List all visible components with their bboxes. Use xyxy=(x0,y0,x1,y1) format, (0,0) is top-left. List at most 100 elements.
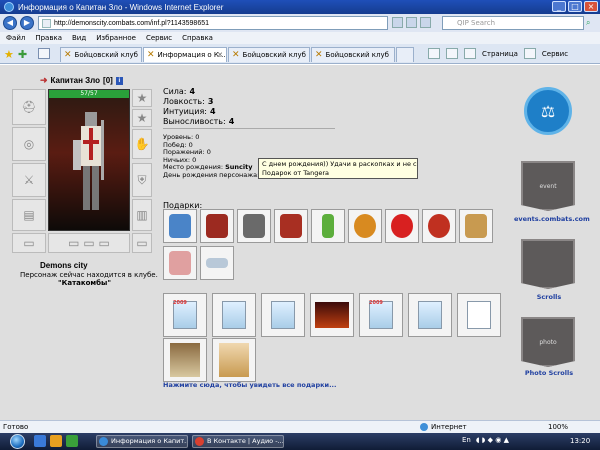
menu-view[interactable]: Вид xyxy=(72,34,86,42)
info-icon[interactable]: i xyxy=(115,76,123,85)
tray-icons[interactable]: ◖ ◗ ◆ ◉ ▲ xyxy=(476,436,509,444)
combats-tab-icon: ✕ xyxy=(64,50,72,60)
menu-tools[interactable]: Сервис xyxy=(146,34,172,42)
character-header: ➜ Капитан Зло [0] i xyxy=(40,75,123,86)
tab-club-3[interactable]: ✕ Бойцовский клуб xyxy=(311,47,395,62)
pocket-slots[interactable]: ▭ ▭ ▭ xyxy=(48,233,130,253)
task-ie-info[interactable]: Информация о Капит... xyxy=(96,435,188,448)
card-item[interactable] xyxy=(163,338,207,382)
helmet-slot[interactable]: ⛑ xyxy=(12,89,46,125)
ie-quicklaunch-icon[interactable] xyxy=(34,435,46,447)
search-go-icon[interactable]: ⌕ xyxy=(586,18,596,28)
weapon-slot[interactable]: ⚔ xyxy=(12,163,46,197)
tab-close-icon[interactable]: ✕ xyxy=(217,51,223,59)
gift-item[interactable] xyxy=(385,209,419,243)
detail-birthday: День рождения персонажа: 0 xyxy=(163,171,266,180)
feeds-icon[interactable] xyxy=(446,48,458,59)
language-indicator[interactable]: En xyxy=(462,436,471,444)
zone-text: Интернет xyxy=(431,423,467,431)
card-item[interactable] xyxy=(457,293,501,337)
gift-item[interactable] xyxy=(163,209,197,243)
search-input[interactable]: QIP Search xyxy=(442,16,584,30)
gift-item[interactable] xyxy=(200,246,234,280)
zoom-level[interactable]: 100% xyxy=(548,423,568,431)
dropdown-icon[interactable] xyxy=(392,17,403,28)
page-menu[interactable]: Страница xyxy=(482,50,518,58)
stat-strength: Сила: 4 xyxy=(163,87,234,97)
menu-bar: Файл Правка Вид Избранное Сервис Справка xyxy=(0,32,600,44)
clock[interactable]: 13:20 xyxy=(570,437,590,445)
maximize-button[interactable]: □ xyxy=(568,1,582,12)
forward-button[interactable]: ▶ xyxy=(20,16,34,30)
armor-slot[interactable]: ▤ xyxy=(12,199,46,231)
menu-help[interactable]: Справка xyxy=(182,34,213,42)
card-item[interactable]: 2009 xyxy=(359,293,403,337)
menu-favorites[interactable]: Избранное xyxy=(96,34,136,42)
events-link[interactable]: events.combats.com xyxy=(514,215,590,223)
service-menu[interactable]: Сервис xyxy=(542,50,568,58)
gift-item[interactable] xyxy=(422,209,456,243)
tab-club-1[interactable]: ✕ Бойцовский клуб xyxy=(60,47,142,62)
quick-tabs-icon[interactable] xyxy=(38,48,50,59)
ring-slot-2[interactable]: ★ xyxy=(132,109,152,127)
card-item[interactable] xyxy=(261,293,305,337)
scrolls-link[interactable]: Scrolls xyxy=(514,293,584,301)
gift-item[interactable] xyxy=(237,209,271,243)
menu-file[interactable]: Файл xyxy=(6,34,25,42)
gift-pig-icon xyxy=(169,251,191,275)
gift-banner-icon xyxy=(243,214,265,238)
new-tab-button[interactable] xyxy=(396,47,414,62)
favorites-star-icon[interactable]: ★ xyxy=(4,48,14,61)
stop-icon[interactable] xyxy=(420,17,431,28)
explorer-quicklaunch-icon[interactable] xyxy=(50,435,62,447)
ring-slot-1[interactable]: ★ xyxy=(132,89,152,107)
events-banner[interactable]: event xyxy=(521,161,575,211)
extra-slot[interactable]: ▭ xyxy=(132,233,152,253)
quicklaunch-icon[interactable] xyxy=(66,435,78,447)
gift-item[interactable] xyxy=(274,209,308,243)
card-item[interactable]: 2009 xyxy=(163,293,207,337)
tab-club-2[interactable]: ✕ Бойцовский клуб xyxy=(228,47,310,62)
private-arrow-icon[interactable]: ➜ xyxy=(40,75,48,86)
scrolls-banner[interactable] xyxy=(521,239,575,289)
address-field[interactable]: http://demonscity.combats.com/inf.pl?114… xyxy=(38,16,388,30)
print-icon[interactable] xyxy=(464,48,476,59)
card-image xyxy=(315,302,349,328)
task-vkontakte[interactable]: В Контакте | Аудио -... xyxy=(192,435,284,448)
menu-edit[interactable]: Правка xyxy=(35,34,62,42)
page-icon xyxy=(42,18,51,28)
photo-scrolls-link[interactable]: Photo Scrolls xyxy=(514,369,584,377)
gift-item[interactable] xyxy=(311,209,345,243)
add-favorite-icon[interactable]: ✚ xyxy=(18,48,27,61)
belt-slot[interactable]: ▭ xyxy=(12,233,46,253)
gift-item[interactable] xyxy=(200,209,234,243)
knight-figure-icon xyxy=(73,112,104,210)
tab-info[interactable]: ✕ Информация о К... ✕ xyxy=(143,47,227,62)
status-text: Готово xyxy=(3,423,29,431)
card-item[interactable] xyxy=(212,293,256,337)
card-item[interactable] xyxy=(212,338,256,382)
tools-gear-icon[interactable] xyxy=(523,48,536,59)
gloves-slot[interactable]: ✋ xyxy=(132,129,152,159)
start-button[interactable] xyxy=(10,434,25,449)
amulet-slot[interactable]: ◎ xyxy=(12,127,46,161)
all-gifts-link[interactable]: Нажмите сюда, чтобы увидеть все подарки.… xyxy=(163,381,336,389)
minimize-button[interactable]: _ xyxy=(552,1,566,12)
stats-divider xyxy=(163,128,335,129)
scales-icon[interactable]: ⚖ xyxy=(524,87,572,135)
shield-slot[interactable]: ⛨ xyxy=(132,163,152,197)
gift-item[interactable] xyxy=(459,209,493,243)
refresh-icon[interactable] xyxy=(406,17,417,28)
boots-slot[interactable]: ▥ xyxy=(132,199,152,231)
back-button[interactable]: ◀ xyxy=(3,16,17,30)
gift-medal-icon xyxy=(354,214,376,238)
close-button[interactable]: × xyxy=(584,1,598,12)
photo-scrolls-banner[interactable]: photo xyxy=(521,317,575,367)
security-zone[interactable]: Интернет xyxy=(420,423,467,431)
home-icon[interactable] xyxy=(428,48,440,59)
gift-item[interactable] xyxy=(348,209,382,243)
card-image xyxy=(418,301,442,329)
card-item[interactable] xyxy=(310,293,354,337)
card-item[interactable] xyxy=(408,293,452,337)
gift-item[interactable] xyxy=(163,246,197,280)
